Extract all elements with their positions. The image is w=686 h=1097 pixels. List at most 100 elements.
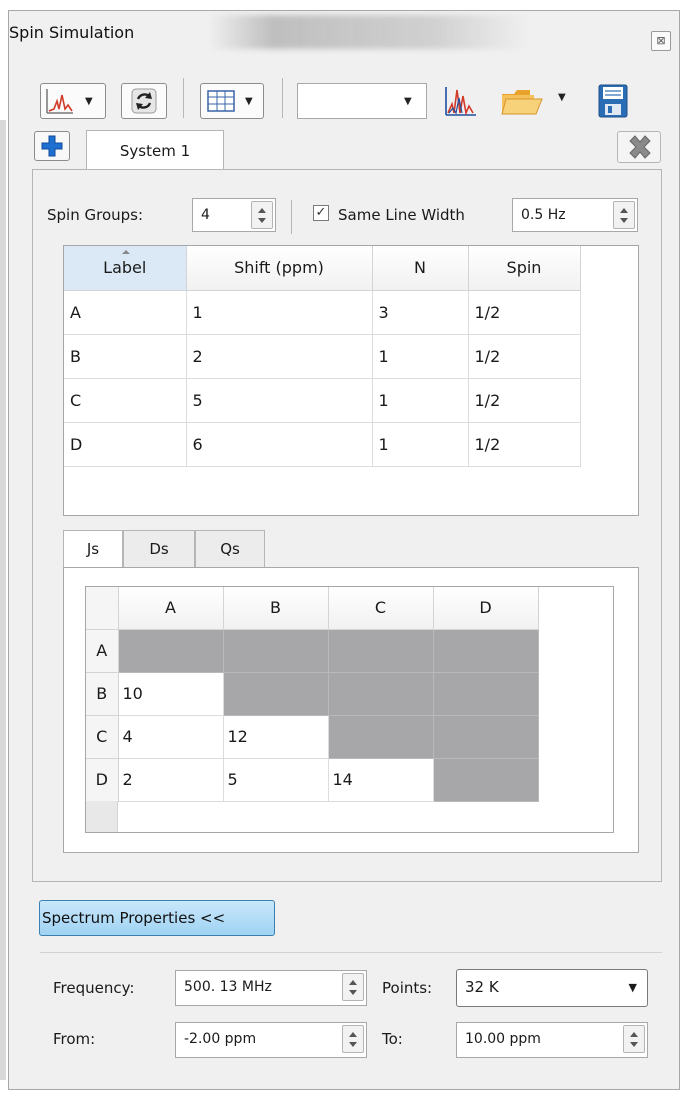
- matrix-row: B 10: [86, 672, 539, 716]
- matrix-row-header: C: [86, 715, 119, 759]
- cell-spin[interactable]: 1/2: [468, 422, 581, 467]
- matrix-cell-locked: [328, 715, 434, 759]
- close-window-button[interactable]: ⊠: [651, 31, 671, 51]
- spectrum-properties-toggle-button[interactable]: Spectrum Properties <<: [39, 900, 275, 936]
- open-folder-dropdown[interactable]: ▼: [500, 84, 580, 118]
- cell-shift[interactable]: 6: [186, 422, 373, 467]
- cell-spin[interactable]: 1/2: [468, 378, 581, 423]
- points-select[interactable]: 32 K ▼: [456, 969, 648, 1007]
- from-value: -2.00 ppm: [184, 1031, 257, 1047]
- cell-shift[interactable]: 5: [186, 378, 373, 423]
- matrix-cell-locked: [223, 672, 329, 716]
- refresh-button[interactable]: [121, 83, 167, 119]
- peaks-chart-icon[interactable]: [443, 84, 479, 118]
- same-line-width-checkbox[interactable]: ✓: [313, 205, 329, 221]
- matrix-cell[interactable]: 10: [118, 672, 224, 716]
- table-row[interactable]: A 1 3 1/2: [64, 290, 581, 335]
- cell-spin[interactable]: 1/2: [468, 334, 581, 379]
- chevron-down-icon: ▼: [628, 981, 637, 994]
- left-edge: [0, 120, 6, 1080]
- plus-icon: [41, 135, 63, 157]
- spin-groups-table: Label Shift (ppm) N Spin A 1 3 1/2 B 2 1…: [63, 245, 639, 516]
- cell-shift[interactable]: 1: [186, 290, 373, 335]
- matrix-footer-corner: [86, 801, 118, 832]
- column-header-n[interactable]: N: [372, 246, 469, 291]
- frequency-spinbox[interactable]: 500. 13 MHz: [175, 970, 367, 1006]
- matrix-column-header: A: [118, 587, 224, 630]
- refresh-icon: [131, 88, 157, 114]
- matrix-cell-locked: [223, 629, 329, 673]
- matrix-row: C 4 12: [86, 715, 539, 759]
- line-width-spinbox[interactable]: 0.5 Hz: [512, 198, 638, 232]
- column-header-shift[interactable]: Shift (ppm): [186, 246, 373, 291]
- matrix-cell[interactable]: 12: [223, 715, 329, 759]
- table-row[interactable]: D 6 1 1/2: [64, 422, 581, 467]
- matrix-row-header: D: [86, 758, 119, 802]
- matrix-cell-locked: [328, 672, 434, 716]
- cell-n[interactable]: 1: [372, 422, 469, 467]
- spinner-arrows-icon[interactable]: [613, 201, 635, 229]
- matrix-cell-locked: [118, 629, 224, 673]
- matrix-column-header: D: [433, 587, 539, 630]
- cell-label[interactable]: A: [64, 290, 187, 335]
- chevron-down-icon: ▼: [558, 92, 566, 103]
- column-header-spin[interactable]: Spin: [468, 246, 581, 291]
- matrix-cell-locked: [433, 629, 539, 673]
- cell-label[interactable]: C: [64, 378, 187, 423]
- line-width-value: 0.5 Hz: [521, 207, 566, 223]
- cell-label[interactable]: B: [64, 334, 187, 379]
- from-spinbox[interactable]: -2.00 ppm: [175, 1022, 367, 1058]
- matrix-row-header: A: [86, 629, 119, 673]
- table-header-row: Label Shift (ppm) N Spin: [64, 246, 581, 291]
- matrix-corner: [86, 587, 119, 630]
- table-row[interactable]: B 2 1 1/2: [64, 334, 581, 379]
- toolbar-separator: [282, 78, 283, 118]
- to-spinbox[interactable]: 10.00 ppm: [456, 1022, 648, 1058]
- table-row[interactable]: C 5 1 1/2: [64, 378, 581, 423]
- cell-n[interactable]: 1: [372, 378, 469, 423]
- matrix-row: D 2 5 14: [86, 758, 539, 802]
- to-value: 10.00 ppm: [465, 1031, 541, 1047]
- spinner-arrows-icon[interactable]: [342, 1025, 364, 1053]
- frequency-value: 500. 13 MHz: [184, 979, 272, 995]
- title-bar-blur: [209, 15, 529, 49]
- matrix-cell[interactable]: 2: [118, 758, 224, 802]
- matrix-cell[interactable]: 4: [118, 715, 224, 759]
- cell-spin[interactable]: 1/2: [468, 290, 581, 335]
- table-view-dropdown[interactable]: ▼: [200, 83, 264, 119]
- remove-system-button[interactable]: [617, 131, 661, 163]
- folder-open-icon: [501, 90, 543, 115]
- add-system-button[interactable]: [34, 131, 70, 161]
- spin-groups-spinbox[interactable]: 4: [192, 198, 276, 232]
- matrix-cell[interactable]: 14: [328, 758, 434, 802]
- cell-n[interactable]: 3: [372, 290, 469, 335]
- toolbar-separator: [291, 200, 292, 234]
- title-bar: Spin Simulation ⊠: [9, 11, 679, 57]
- cell-label[interactable]: D: [64, 422, 187, 467]
- spinner-arrows-icon[interactable]: [342, 973, 364, 1001]
- save-icon[interactable]: [598, 84, 628, 118]
- points-label: Points:: [382, 979, 433, 997]
- matrix-cell-locked: [433, 715, 539, 759]
- chevron-down-icon: ▼: [85, 96, 93, 107]
- spin-groups-value: 4: [201, 207, 210, 223]
- from-label: From:: [53, 1030, 96, 1048]
- tab-js[interactable]: Js: [63, 530, 123, 570]
- tab-qs[interactable]: Qs: [195, 530, 265, 568]
- matrix-cell[interactable]: 5: [223, 758, 329, 802]
- tab-ds[interactable]: Ds: [123, 530, 195, 568]
- spectrum-view-dropdown[interactable]: ▼: [40, 83, 106, 119]
- to-label: To:: [382, 1030, 403, 1048]
- same-line-width-label: Same Line Width: [338, 206, 465, 224]
- cell-shift[interactable]: 2: [186, 334, 373, 379]
- spinner-arrows-icon[interactable]: [251, 201, 273, 229]
- tab-system-1[interactable]: System 1: [86, 130, 224, 170]
- close-icon: [629, 135, 651, 159]
- preset-select[interactable]: ▼: [297, 83, 427, 119]
- column-header-label[interactable]: Label: [64, 246, 187, 291]
- matrix-cell-locked: [433, 758, 539, 802]
- spinner-arrows-icon[interactable]: [623, 1025, 645, 1053]
- cell-n[interactable]: 1: [372, 334, 469, 379]
- matrix-header-row: A B C D: [86, 587, 539, 630]
- toolbar-separator: [183, 78, 184, 118]
